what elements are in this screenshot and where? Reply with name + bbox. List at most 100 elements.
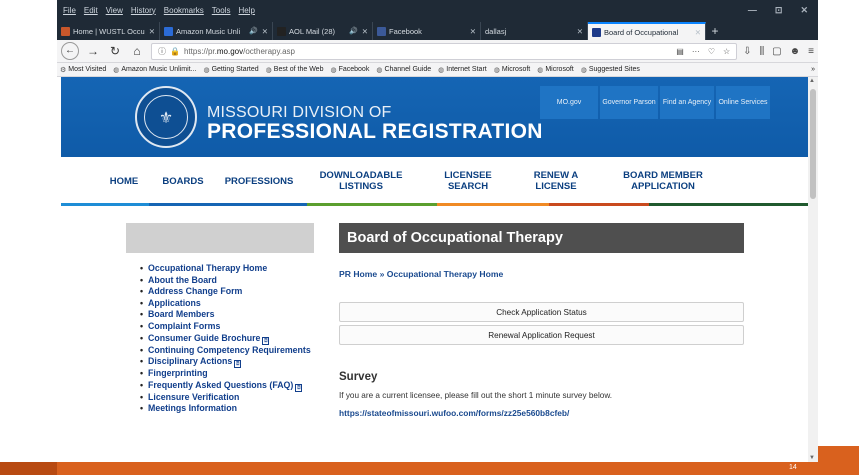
sidebar-link[interactable]: Frequently Asked Questions (FAQ)⍰ [140, 380, 314, 392]
tab-favicon-icon [592, 27, 601, 37]
top-link-governor[interactable]: Governor Parson [600, 86, 658, 119]
pdf-icon: ⍰ [295, 383, 303, 392]
menu-tools[interactable]: Tools [212, 6, 231, 15]
bookmark-item[interactable]: ◍ Microsoft [494, 66, 531, 74]
download-icon[interactable]: ⇩ [743, 46, 751, 57]
tab-audio-icon[interactable]: 🔊 [249, 27, 258, 35]
browser-tab[interactable]: dallasj ✕ [481, 22, 588, 40]
sidebar-link[interactable]: Consumer Guide Brochure⍰ [140, 333, 314, 345]
hamburger-menu-icon[interactable]: ≡ [808, 46, 814, 57]
bookmark-star-icon[interactable]: ☆ [723, 47, 730, 56]
bookmark-item[interactable]: ◍ Internet Start [438, 66, 487, 74]
page-scrollbar[interactable]: ▲ ▼ [808, 77, 818, 462]
menu-file[interactable]: File [63, 6, 76, 15]
tab-title: Home | WUSTL Occupa [73, 26, 145, 36]
lock-icon: 🔒 [170, 46, 180, 56]
bookmark-item[interactable]: ◍ Microsoft [537, 66, 574, 74]
sidebar-link[interactable]: Meetings Information [140, 403, 314, 415]
tab-close-icon[interactable]: ✕ [470, 27, 476, 36]
nav-renew-license[interactable]: RENEW A LICENSE [521, 170, 591, 193]
sidebar-link[interactable]: Address Change Form [140, 286, 314, 298]
tab-audio-icon[interactable]: 🔊 [349, 27, 358, 35]
nav-licensee-search[interactable]: LICENSEE SEARCH [433, 170, 503, 193]
renewal-application-request-button[interactable]: Renewal Application Request [339, 325, 744, 345]
maximize-button[interactable]: ⊡ [775, 5, 783, 16]
reload-button[interactable]: ↻ [107, 44, 123, 58]
tab-title: Board of Occupational [604, 27, 679, 37]
tab-close-icon[interactable]: ✕ [149, 27, 155, 36]
tab-title: AOL Mail (28) [289, 26, 335, 36]
sidebar-link[interactable]: About the Board [140, 275, 314, 287]
scroll-down-arrow-icon[interactable]: ▼ [809, 455, 815, 461]
check-application-status-button[interactable]: Check Application Status [339, 302, 744, 322]
nav-board-member-application[interactable]: BOARD MEMBER APPLICATION [613, 170, 713, 193]
sidebar-link[interactable]: Licensure Verification [140, 392, 314, 404]
sidebar-header [126, 223, 314, 253]
top-link-mo-gov[interactable]: MO.gov [540, 86, 598, 119]
sidebar-link[interactable]: Board Members [140, 309, 314, 321]
sidebar-link[interactable]: Fingerprinting [140, 368, 314, 380]
bookmarks-overflow-icon[interactable]: » [811, 66, 815, 73]
nav-home[interactable]: HOME [104, 176, 144, 188]
sidebar-link-label: Fingerprinting [148, 368, 208, 379]
browser-tab[interactable]: Board of Occupational ✕ [588, 22, 706, 40]
tab-favicon-icon [164, 26, 173, 36]
bookmark-item[interactable]: ◍ Amazon Music Unlimit... [113, 66, 196, 74]
account-icon[interactable]: ☻ [790, 46, 801, 57]
page-actions-icon[interactable]: ··· [692, 47, 700, 56]
back-button[interactable]: ← [61, 42, 79, 60]
bookmark-item[interactable]: ◍ Best of the Web [266, 66, 324, 74]
bookmark-item[interactable]: ◍ Getting Started [203, 66, 258, 74]
scroll-up-arrow-icon[interactable]: ▲ [809, 78, 815, 84]
library-icon[interactable]: ⫼ [760, 46, 765, 57]
bookmark-item[interactable]: ⚙ Most Visited [60, 66, 106, 74]
bookmark-label: Most Visited [68, 66, 107, 73]
bookmark-item[interactable]: ◍ Facebook [330, 66, 369, 74]
close-window-button[interactable]: ✕ [800, 5, 808, 16]
sidebar-link[interactable]: Complaint Forms [140, 321, 314, 333]
forward-button[interactable]: → [85, 44, 101, 58]
top-link-online-services[interactable]: Online Services [716, 86, 770, 119]
slide-accent-bar [818, 446, 859, 462]
sidebar-link[interactable]: Disciplinary Actions⍰ [140, 356, 314, 369]
sidebar-link[interactable]: Continuing Competency Requirements [140, 345, 314, 357]
nav-professions[interactable]: PROFESSIONS [219, 176, 299, 188]
tab-close-icon[interactable]: ✕ [362, 27, 368, 36]
breadcrumb-current-link[interactable]: Occupational Therapy Home [387, 269, 504, 279]
tab-close-icon[interactable]: ✕ [577, 27, 583, 36]
page-viewport: ⚜ MISSOURI DIVISION OF PROFESSIONAL REGI… [57, 77, 818, 462]
nav-boards[interactable]: BOARDS [159, 176, 207, 188]
minimize-button[interactable]: — [748, 5, 757, 16]
survey-link[interactable]: https://stateofmissouri.wufoo.com/forms/… [339, 408, 744, 418]
scrollbar-thumb[interactable] [810, 89, 816, 199]
top-link-find-agency[interactable]: Find an Agency [660, 86, 714, 119]
sidebar-link[interactable]: Occupational Therapy Home [140, 263, 314, 275]
menu-history[interactable]: History [131, 6, 156, 15]
bookmark-item[interactable]: ◍ Channel Guide [376, 66, 431, 74]
pocket-icon[interactable]: ♡ [708, 47, 715, 56]
menu-edit[interactable]: Edit [84, 6, 98, 15]
home-button[interactable]: ⌂ [129, 44, 145, 58]
url-bar[interactable]: ⓘ 🔒 https://pr.mo.gov/octherapy.asp ▤ ··… [151, 42, 738, 60]
bookmark-item[interactable]: ◍ Suggested Sites [581, 66, 640, 74]
browser-tab[interactable]: AOL Mail (28) 🔊 ✕ [273, 22, 373, 40]
reader-view-icon[interactable]: ▤ [676, 47, 684, 56]
state-seal-icon[interactable]: ⚜ [135, 86, 197, 148]
new-tab-button[interactable]: + [706, 22, 724, 40]
tab-close-icon[interactable]: ✕ [695, 28, 701, 37]
browser-tab[interactable]: Amazon Music Unli 🔊 ✕ [160, 22, 273, 40]
tab-close-icon[interactable]: ✕ [262, 27, 268, 36]
menu-help[interactable]: Help [238, 6, 254, 15]
tab-favicon-icon [277, 26, 286, 36]
browser-tab[interactable]: Home | WUSTL Occupa ✕ [57, 22, 160, 40]
breadcrumb: PR Home » Occupational Therapy Home [339, 269, 744, 279]
menu-bookmarks[interactable]: Bookmarks [164, 6, 204, 15]
browser-tab[interactable]: Facebook ✕ [373, 22, 481, 40]
sidebar-link[interactable]: Applications [140, 298, 314, 310]
breadcrumb-home-link[interactable]: PR Home [339, 269, 377, 279]
info-icon[interactable]: ⓘ [158, 46, 166, 57]
menu-view[interactable]: View [106, 6, 123, 15]
nav-downloadable-listings[interactable]: DOWNLOADABLE LISTINGS [311, 170, 411, 193]
site-title-line2[interactable]: PROFESSIONAL REGISTRATION [207, 120, 543, 144]
sidebar-icon[interactable]: ▢ [772, 46, 781, 57]
